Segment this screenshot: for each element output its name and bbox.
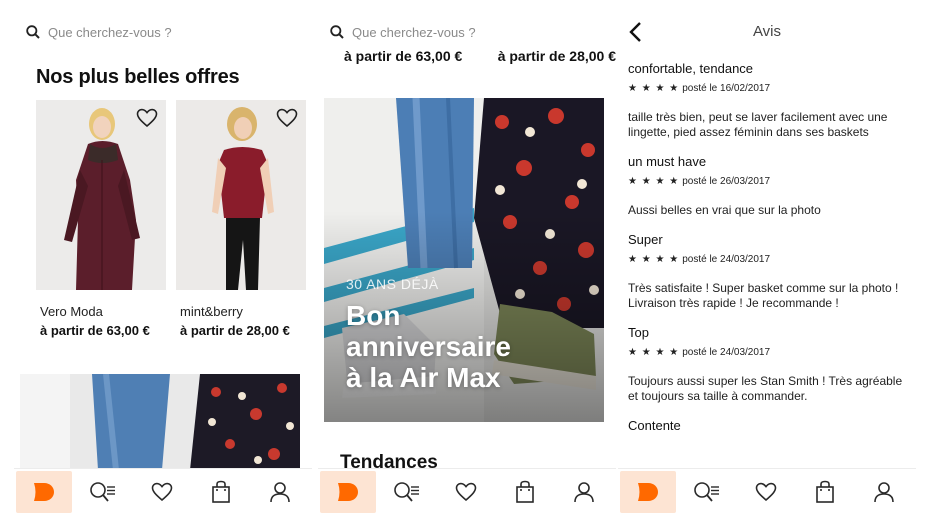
section-title: Nos plus belles offres xyxy=(36,66,240,88)
search-icon xyxy=(330,25,344,39)
reviews-header: Avis xyxy=(618,14,916,48)
product-image xyxy=(176,100,306,290)
tab-search[interactable] xyxy=(677,469,736,515)
tab-favorites[interactable] xyxy=(132,469,191,515)
tab-profile[interactable] xyxy=(250,469,309,515)
review-date: posté le 24/03/2017 xyxy=(682,347,771,358)
tab-home[interactable] xyxy=(620,470,676,513)
review-item: confortable, tendance ★ ★ ★ ★ posté le 16… xyxy=(628,60,910,140)
search-list-icon xyxy=(89,481,115,502)
search-bar[interactable]: Que cherchez-vous ? xyxy=(26,20,172,44)
reviews-list: confortable, tendance ★ ★ ★ ★ posté le 16… xyxy=(628,60,910,448)
product-price: à partir de 28,00 € xyxy=(180,323,290,338)
heart-icon xyxy=(755,482,776,501)
product-brand: Vero Moda xyxy=(40,304,103,319)
home-logo-icon xyxy=(638,482,658,501)
promo-hero-banner[interactable]: 30 ANS DÉJÀ Bon anniversaire à la Air Ma… xyxy=(324,98,604,422)
review-meta: ★ ★ ★ ★ posté le 24/03/2017 xyxy=(628,252,910,268)
product-card[interactable] xyxy=(36,100,166,290)
review-title: Contente xyxy=(628,418,681,433)
home-logo-icon xyxy=(338,482,358,501)
review-date: posté le 24/03/2017 xyxy=(682,254,771,265)
review-title: confortable, tendance xyxy=(628,61,754,76)
search-placeholder: Que cherchez-vous ? xyxy=(48,24,172,40)
review-body: Très satisfaite ! Super basket comme sur… xyxy=(628,281,899,310)
product-image xyxy=(36,100,166,290)
tab-cart[interactable] xyxy=(191,469,250,515)
hero-title-line: anniversaire xyxy=(346,331,511,362)
home-screen: Que cherchez-vous ? Nos plus belles offr… xyxy=(14,0,312,522)
product-brand: mint&berry xyxy=(180,304,243,319)
review-item: un must have ★ ★ ★ ★ posté le 26/03/2017 … xyxy=(628,153,910,218)
tab-search[interactable] xyxy=(73,469,132,515)
review-title: Top xyxy=(628,325,649,340)
hero-subtitle: 30 ANS DÉJÀ xyxy=(346,276,439,292)
product-price: à partir de 63,00 € xyxy=(40,323,150,338)
heart-icon xyxy=(151,482,172,501)
review-meta: ★ ★ ★ ★ posté le 16/02/2017 xyxy=(628,81,910,97)
review-meta: ★ ★ ★ ★ posté le 24/03/2017 xyxy=(628,345,910,361)
rating-stars: ★ ★ ★ ★ xyxy=(628,347,680,358)
review-item: Super ★ ★ ★ ★ posté le 24/03/2017 Très sa… xyxy=(628,231,910,311)
tab-favorites[interactable] xyxy=(736,469,795,515)
review-date: posté le 26/03/2017 xyxy=(682,176,771,187)
hero-title-line: Bon xyxy=(346,300,401,331)
review-body: Toujours aussi super les Stan Smith ! Tr… xyxy=(628,374,903,403)
tab-home[interactable] xyxy=(16,470,72,513)
tab-profile[interactable] xyxy=(854,469,913,515)
review-title: Super xyxy=(628,232,663,247)
promo-banner-teaser[interactable] xyxy=(20,374,300,470)
review-title: un must have xyxy=(628,154,707,169)
tab-cart[interactable] xyxy=(795,469,854,515)
review-item: Top ★ ★ ★ ★ posté le 24/03/2017 Toujours … xyxy=(628,324,910,404)
heart-icon xyxy=(455,482,476,501)
page-title: Avis xyxy=(752,23,782,40)
price-row: à partir de 63,00 € à partir de 28,00 € xyxy=(344,48,616,64)
favorite-heart-icon[interactable] xyxy=(276,108,298,128)
reviews-screen: Avis confortable, tendance ★ ★ ★ ★ posté … xyxy=(618,0,916,522)
review-body: taille très bien, peut se laver facileme… xyxy=(628,110,888,139)
tab-search[interactable] xyxy=(377,469,436,515)
review-item: Contente xyxy=(628,417,910,435)
tab-cart[interactable] xyxy=(495,469,554,515)
promo-screen: Que cherchez-vous ? à partir de 63,00 € … xyxy=(318,0,616,522)
bag-icon xyxy=(815,480,834,503)
bag-icon xyxy=(515,480,534,503)
search-icon xyxy=(26,25,40,39)
home-logo-icon xyxy=(34,482,54,501)
product-price: à partir de 28,00 € xyxy=(497,48,616,64)
tab-favorites[interactable] xyxy=(436,469,495,515)
review-meta: ★ ★ ★ ★ posté le 26/03/2017 xyxy=(628,174,910,190)
hero-title-line: à la Air Max xyxy=(346,362,501,393)
profile-icon xyxy=(573,481,594,502)
tab-profile[interactable] xyxy=(554,469,613,515)
search-list-icon xyxy=(393,481,419,502)
hero-title: Bon anniversaire à la Air Max xyxy=(346,300,511,393)
product-price: à partir de 63,00 € xyxy=(344,48,463,64)
tab-bar xyxy=(318,468,616,514)
tab-home[interactable] xyxy=(320,470,376,513)
profile-icon xyxy=(269,481,290,502)
rating-stars: ★ ★ ★ ★ xyxy=(628,176,680,187)
review-date: posté le 16/02/2017 xyxy=(682,83,771,94)
review-body: Aussi belles en vrai que sur la photo xyxy=(628,203,821,217)
favorite-heart-icon[interactable] xyxy=(136,108,158,128)
hero-text: 30 ANS DÉJÀ Bon anniversaire à la Air Ma… xyxy=(346,276,511,393)
search-placeholder: Que cherchez-vous ? xyxy=(352,24,476,40)
profile-icon xyxy=(873,481,894,502)
rating-stars: ★ ★ ★ ★ xyxy=(628,83,680,94)
search-list-icon xyxy=(693,481,719,502)
bag-icon xyxy=(211,480,230,503)
tab-bar xyxy=(618,468,916,514)
product-card[interactable] xyxy=(176,100,306,290)
rating-stars: ★ ★ ★ ★ xyxy=(628,254,680,265)
tab-bar xyxy=(14,468,312,514)
search-bar[interactable]: Que cherchez-vous ? xyxy=(330,20,476,44)
